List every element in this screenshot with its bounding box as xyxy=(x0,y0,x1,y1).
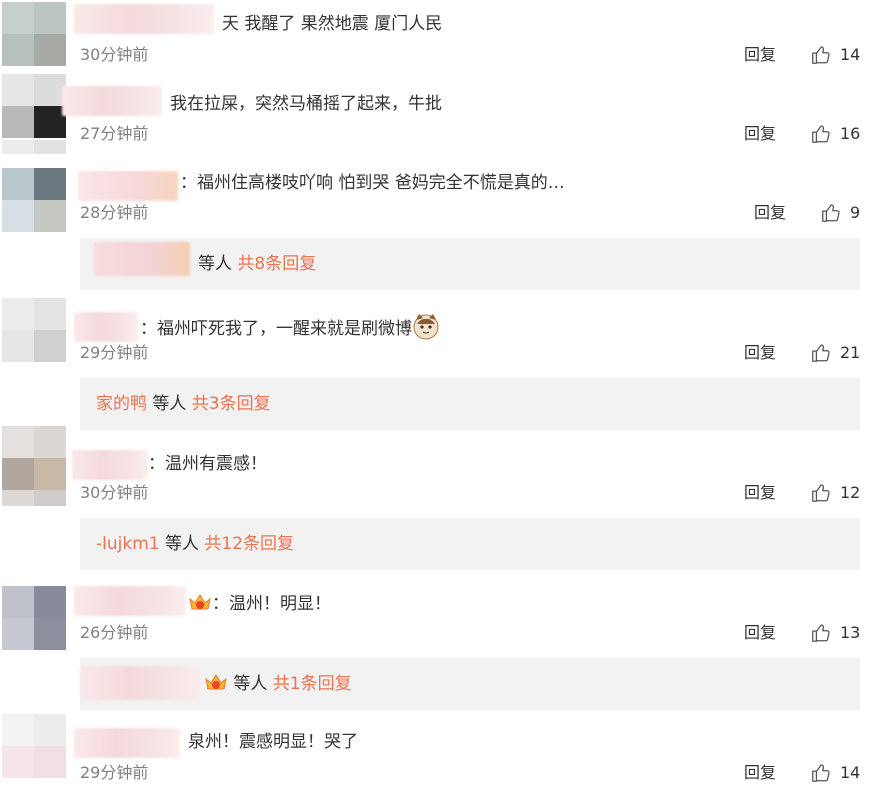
sub-reply-total-link[interactable]: 共8条回复 xyxy=(237,254,316,274)
comment-text: ：福州吓死我了，一醒来就是刷微博 xyxy=(140,312,440,341)
sub-reply-total-link[interactable]: 共1条回复 xyxy=(273,674,352,694)
comment-text: ：温州有震感！ xyxy=(148,454,267,474)
avatar[interactable] xyxy=(2,168,66,232)
like-button[interactable]: 9 xyxy=(820,202,860,224)
vip-crown-icon xyxy=(205,674,227,690)
comment-text: 天 我醒了 果然地震 厦门人民 xyxy=(222,14,443,34)
reply-button[interactable]: 回复 xyxy=(744,762,776,784)
avatar[interactable] xyxy=(2,74,66,138)
like-count: 14 xyxy=(840,763,861,782)
username[interactable] xyxy=(74,728,180,758)
avatar[interactable] xyxy=(2,714,66,778)
thumbs-up-icon xyxy=(810,482,832,504)
username[interactable] xyxy=(62,86,162,116)
comment-time: 28分钟前 xyxy=(80,203,149,222)
comment-text: 我在拉屎，突然马桶摇了起来，牛批 xyxy=(170,94,442,114)
like-count: 12 xyxy=(840,483,861,502)
like-count: 13 xyxy=(840,623,861,642)
sub-reply-middle: 等人 xyxy=(233,674,268,694)
sub-reply-user-link[interactable]: 家的鸭 xyxy=(96,394,147,414)
like-button[interactable]: 13 xyxy=(810,622,860,644)
reply-button[interactable]: 回复 xyxy=(744,44,776,66)
username[interactable] xyxy=(78,171,178,201)
sub-reply-username[interactable] xyxy=(94,242,190,276)
like-button[interactable]: 14 xyxy=(810,44,860,66)
like-button[interactable]: 21 xyxy=(810,342,860,364)
comment-text-body: ：温州！明显！ xyxy=(212,594,331,614)
sub-reply-summary: -lujkm1 等人 共12条回复 xyxy=(96,532,294,556)
sub-reply-box[interactable]: 等人 共8条回复 xyxy=(80,238,860,290)
comment-time: 26分钟前 xyxy=(80,623,149,642)
thumbs-up-icon xyxy=(810,342,832,364)
avatar[interactable] xyxy=(2,2,66,66)
comment-text-body: ：福州吓死我了，一醒来就是刷微博 xyxy=(140,319,412,339)
comment-time: 30分钟前 xyxy=(80,483,149,502)
like-count: 9 xyxy=(850,203,861,222)
comment-text: ：温州！明显！ xyxy=(188,592,331,616)
thumbs-up-icon xyxy=(810,123,832,145)
sub-reply-middle: 等人 xyxy=(152,394,187,414)
sub-reply-box[interactable]: -lujkm1 等人 共12条回复 xyxy=(80,518,860,570)
sub-reply-middle: 等人 xyxy=(198,254,232,274)
comment-time: 29分钟前 xyxy=(80,763,149,782)
avatar[interactable] xyxy=(2,298,66,362)
reply-button[interactable]: 回复 xyxy=(744,482,776,504)
comment-text: 泉州！震感明显！哭了 xyxy=(188,732,358,752)
cat-emoji-icon xyxy=(413,314,439,340)
sub-reply-summary: 等人 共1条回复 xyxy=(204,672,352,696)
thumbs-up-icon xyxy=(810,622,832,644)
like-button[interactable]: 16 xyxy=(810,123,860,145)
vip-crown-icon xyxy=(189,594,211,610)
comment-time: 27分钟前 xyxy=(80,124,149,143)
sub-reply-total-link[interactable]: 共3条回复 xyxy=(192,394,271,414)
like-count: 21 xyxy=(840,343,861,362)
sub-reply-box[interactable]: 家的鸭 等人 共3条回复 xyxy=(80,378,860,430)
sub-reply-summary: 等人 共8条回复 xyxy=(198,252,316,276)
sub-reply-username[interactable] xyxy=(80,666,202,700)
sub-reply-summary: 家的鸭 等人 共3条回复 xyxy=(96,392,271,416)
reply-button[interactable]: 回复 xyxy=(744,622,776,644)
comment-text: ：福州住高楼吱吖响 怕到哭 爸妈完全不慌是真的… xyxy=(180,173,565,193)
username[interactable] xyxy=(72,450,148,480)
avatar[interactable] xyxy=(2,426,66,490)
like-button[interactable]: 12 xyxy=(810,482,860,504)
reply-button[interactable]: 回复 xyxy=(744,342,776,364)
sub-reply-user-link[interactable]: -lujkm1 xyxy=(96,534,160,554)
username[interactable] xyxy=(74,4,214,34)
like-count: 16 xyxy=(840,124,861,143)
thumbs-up-icon xyxy=(820,202,842,224)
avatar-partial xyxy=(2,140,66,168)
reply-button[interactable]: 回复 xyxy=(754,202,786,224)
comment-time: 29分钟前 xyxy=(80,343,149,362)
avatar[interactable] xyxy=(2,586,66,650)
sub-reply-box[interactable]: 等人 共1条回复 xyxy=(80,658,860,710)
like-button[interactable]: 14 xyxy=(810,762,860,784)
username[interactable] xyxy=(74,312,138,342)
like-count: 14 xyxy=(840,45,861,64)
thumbs-up-icon xyxy=(810,44,832,66)
sub-reply-middle: 等人 xyxy=(164,534,199,554)
sub-reply-total-link[interactable]: 共12条回复 xyxy=(204,534,294,554)
comment-time: 30分钟前 xyxy=(80,45,149,64)
avatar-partial xyxy=(2,490,66,522)
thumbs-up-icon xyxy=(810,762,832,784)
username[interactable] xyxy=(74,586,186,616)
reply-button[interactable]: 回复 xyxy=(744,123,776,145)
